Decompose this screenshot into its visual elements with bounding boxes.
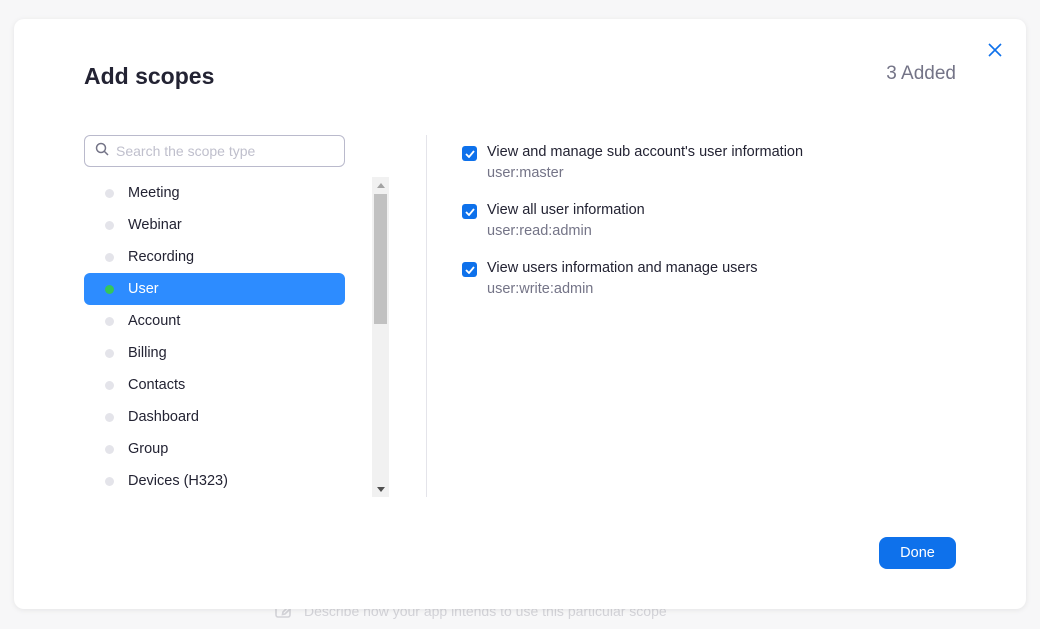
scope-category-list: Meeting Webinar Recording User Account Billin… bbox=[84, 177, 345, 497]
status-dot-icon bbox=[105, 316, 114, 326]
scope-name: View users information and manage users bbox=[487, 260, 758, 276]
category-label: User bbox=[128, 281, 159, 297]
scope-item: View users information and manage users u… bbox=[462, 259, 962, 299]
status-dot-icon bbox=[105, 220, 114, 230]
scope-code: user:write:admin bbox=[487, 281, 594, 297]
status-dot-icon bbox=[105, 476, 114, 486]
category-item-dashboard[interactable]: Dashboard bbox=[84, 401, 345, 433]
category-item-group[interactable]: Group bbox=[84, 433, 345, 465]
scope-name: View and manage sub account's user infor… bbox=[487, 144, 804, 160]
category-label: Meeting bbox=[128, 185, 180, 201]
scope-item: View and manage sub account's user infor… bbox=[462, 143, 962, 183]
category-item-contacts[interactable]: Contacts bbox=[84, 369, 345, 401]
category-item-billing[interactable]: Billing bbox=[84, 337, 345, 369]
search-field[interactable] bbox=[84, 135, 345, 167]
scrollbar-thumb[interactable] bbox=[374, 194, 387, 324]
category-label: Billing bbox=[128, 345, 167, 361]
category-label: Dashboard bbox=[128, 409, 199, 425]
category-label: Recording bbox=[128, 249, 195, 265]
status-dot-icon bbox=[105, 412, 114, 422]
category-label: Account bbox=[128, 313, 181, 329]
status-dot-icon bbox=[105, 348, 114, 358]
category-label: Devices (H323) bbox=[128, 473, 228, 489]
category-label: Group bbox=[128, 441, 169, 457]
category-label: Contacts bbox=[128, 377, 186, 393]
checkmark-icon bbox=[464, 265, 475, 274]
scroll-down-arrow-icon[interactable] bbox=[372, 481, 389, 497]
scope-checkbox[interactable] bbox=[462, 204, 477, 219]
added-count: 3 Added bbox=[886, 63, 956, 84]
scope-text: View users information and manage users u… bbox=[487, 259, 758, 299]
category-item-devices-h323[interactable]: Devices (H323) bbox=[84, 465, 345, 497]
status-dot-icon bbox=[105, 444, 114, 454]
category-label: Webinar bbox=[128, 217, 182, 233]
checkmark-icon bbox=[464, 207, 475, 216]
scope-checkbox[interactable] bbox=[462, 146, 477, 161]
checkmark-icon bbox=[464, 149, 475, 158]
status-dot-icon bbox=[105, 252, 114, 262]
search-input[interactable] bbox=[116, 143, 336, 159]
category-item-account[interactable]: Account bbox=[84, 305, 345, 337]
panel-divider bbox=[426, 135, 427, 497]
category-item-webinar[interactable]: Webinar bbox=[84, 209, 345, 241]
add-scopes-dialog: Add scopes 3 Added Meeting Webinar Recordi… bbox=[14, 19, 1026, 609]
dialog-title: Add scopes bbox=[84, 63, 215, 89]
scope-text: View all user information user:read:admin bbox=[487, 201, 645, 241]
scope-text: View and manage sub account's user infor… bbox=[487, 143, 803, 183]
search-icon bbox=[95, 142, 109, 161]
scroll-up-arrow-icon[interactable] bbox=[372, 177, 389, 193]
category-item-user[interactable]: User bbox=[84, 273, 345, 305]
scope-checklist: View and manage sub account's user infor… bbox=[462, 143, 962, 317]
status-dot-icon bbox=[105, 284, 114, 294]
done-button[interactable]: Done bbox=[879, 537, 956, 569]
scope-code: user:master bbox=[487, 165, 564, 181]
status-dot-icon bbox=[105, 380, 114, 390]
category-item-meeting[interactable]: Meeting bbox=[84, 177, 345, 209]
scope-checkbox[interactable] bbox=[462, 262, 477, 277]
close-icon[interactable] bbox=[984, 39, 1006, 61]
category-scrollbar[interactable] bbox=[372, 177, 389, 497]
scope-item: View all user information user:read:admin bbox=[462, 201, 962, 241]
scope-code: user:read:admin bbox=[487, 223, 592, 239]
status-dot-icon bbox=[105, 188, 114, 198]
category-item-recording[interactable]: Recording bbox=[84, 241, 345, 273]
scope-name: View all user information bbox=[487, 202, 645, 218]
